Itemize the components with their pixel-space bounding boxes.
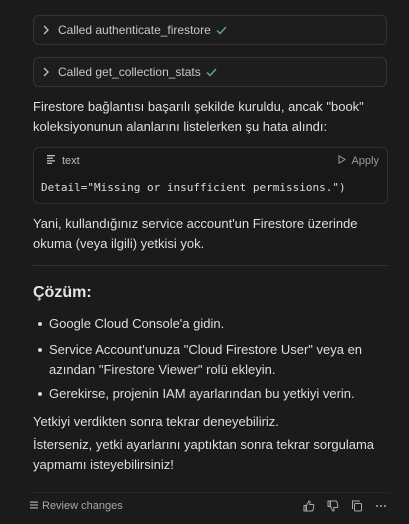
divider — [33, 265, 387, 266]
solution-heading: Çözüm: — [33, 284, 92, 301]
code-language: text — [47, 155, 80, 167]
explain-line: Yani, kullandığınız service account'un F… — [33, 216, 358, 231]
chevron-right-icon — [42, 25, 52, 35]
chat-panel: Called authenticate_firestore Called get… — [0, 0, 409, 524]
code-block-header: text Apply — [34, 148, 387, 174]
intro-line: koleksiyonunun alanlarını listelerken şu… — [33, 119, 328, 134]
thumbs-up-icon[interactable] — [302, 499, 316, 513]
tool-call-get-collection-stats[interactable]: Called get_collection_stats — [33, 57, 387, 87]
tool-call-label: Called authenticate_firestore — [58, 23, 211, 37]
thumbs-down-icon[interactable] — [326, 499, 340, 513]
apply-button[interactable]: Apply — [338, 154, 379, 167]
intro-line: Firestore bağlantısı başarılı şekilde ku… — [33, 99, 364, 114]
code-line: Detail="Missing or insufficient permissi… — [41, 181, 346, 194]
code-language-label: text — [62, 155, 80, 167]
explain-line: okuma (veya ilgili) yetkisi yok. — [33, 236, 205, 251]
code-block: text Apply Detail="Missing or insufficie… — [33, 147, 388, 204]
bullet-dot — [38, 348, 42, 352]
list-item-text: Google Cloud Console'a gidin. — [49, 316, 225, 331]
bullet-dot — [38, 322, 42, 326]
closing-line: yapmamı isteyebilirsiniz! — [33, 457, 174, 472]
closing-line: İsterseniz, yetki ayarlarını yaptıktan s… — [33, 437, 375, 452]
more-icon[interactable] — [374, 499, 388, 513]
check-icon — [216, 26, 227, 35]
tool-call-authenticate-firestore[interactable]: Called authenticate_firestore — [33, 15, 387, 45]
retry-line: Yetkiyi verdikten sonra tekrar deneyebil… — [33, 414, 279, 429]
chevron-right-icon — [42, 67, 52, 77]
intro-paragraph: Firestore bağlantısı başarılı şekilde ku… — [33, 97, 389, 137]
list-item-text: Service Account'unuza "Cloud Firestore U… — [49, 342, 363, 357]
play-icon — [338, 154, 347, 167]
explain-paragraph: Yani, kullandığınız service account'un F… — [33, 214, 389, 254]
list-icon — [30, 500, 38, 512]
list-item-text: Gerekirse, projenin IAM ayarlarından bu … — [49, 386, 355, 401]
apply-label: Apply — [351, 155, 379, 167]
review-changes-label: Review changes — [42, 500, 123, 512]
message-footer: Review changes — [30, 498, 390, 516]
footer-divider — [30, 492, 390, 493]
text-lines-icon — [47, 155, 55, 167]
bullet-dot — [38, 392, 42, 396]
message-actions — [292, 499, 388, 513]
closing-paragraph: İsterseniz, yetki ayarlarını yaptıktan s… — [33, 435, 389, 475]
review-changes-button[interactable]: Review changes — [30, 500, 123, 512]
list-item-text: azından "Firestore Viewer" rolü ekleyin. — [49, 362, 276, 377]
copy-icon[interactable] — [350, 499, 364, 513]
check-icon — [206, 68, 217, 77]
retry-paragraph: Yetkiyi verdikten sonra tekrar deneyebil… — [33, 412, 389, 432]
tool-call-label: Called get_collection_stats — [58, 65, 201, 79]
